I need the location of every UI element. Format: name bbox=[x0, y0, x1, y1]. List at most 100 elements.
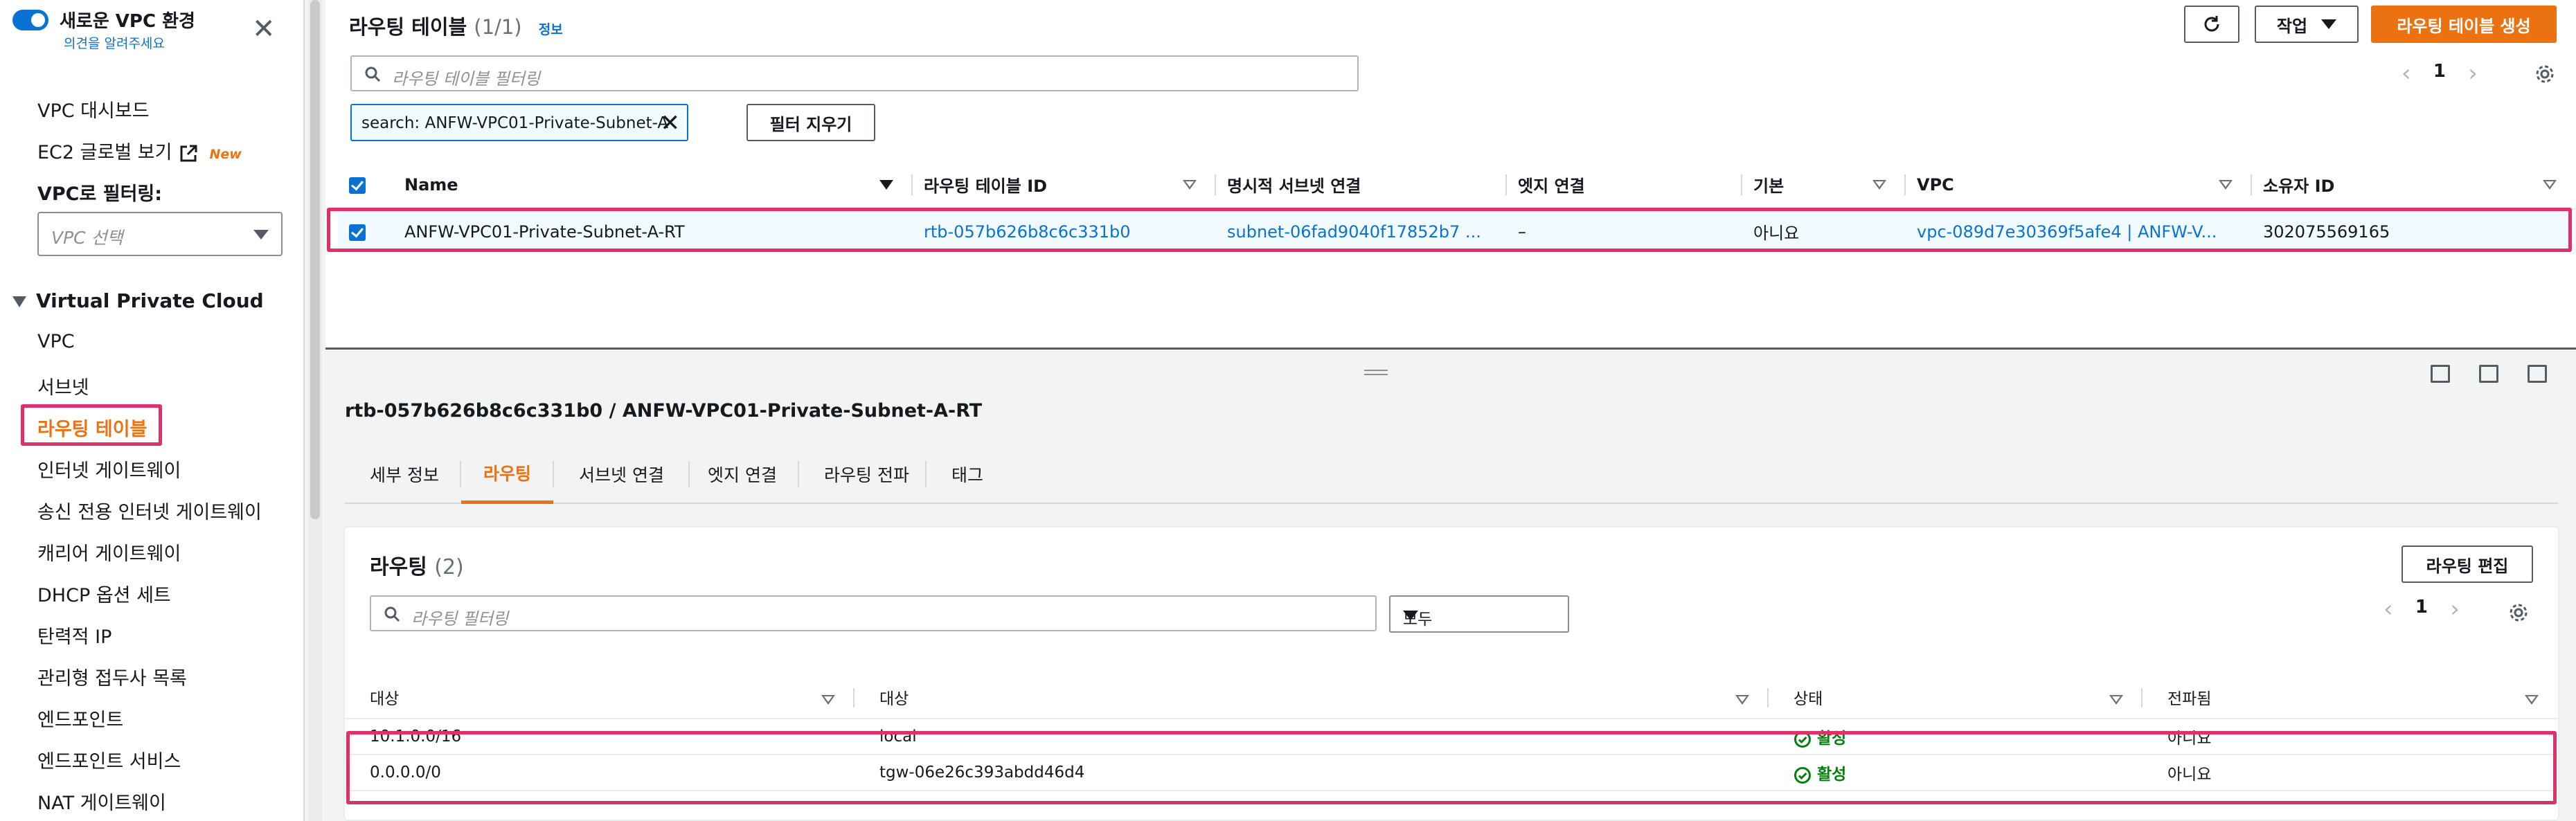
tab-subnet-associations[interactable]: 서브넷 연결 bbox=[579, 444, 664, 504]
sidebar-item-vpc-dashboard[interactable]: VPC 대시보드 bbox=[37, 96, 150, 123]
vpc-filter-select[interactable]: VPC 선택 bbox=[37, 212, 283, 256]
sidebar-item-elastic-ips[interactable]: 탄력적 IP bbox=[37, 622, 111, 649]
routes-title: 라우팅 (2) bbox=[370, 555, 464, 579]
refresh-button[interactable] bbox=[2184, 6, 2239, 43]
split-bottom-view-icon[interactable] bbox=[2431, 365, 2450, 383]
tab-details[interactable]: 세부 정보 bbox=[370, 444, 439, 504]
sidebar: 새로운 VPC 환경 의견을 알려주세요 ✕ VPC 대시보드 EC2 글로벌 … bbox=[0, 0, 305, 821]
search-placeholder: 라우팅 필터링 bbox=[411, 609, 509, 629]
column-header-vpc[interactable]: VPC bbox=[1906, 161, 2252, 210]
column-header-edge-association[interactable]: 엣지 연결 bbox=[1507, 161, 1742, 210]
sidebar-item-vpc[interactable]: VPC bbox=[37, 331, 75, 352]
column-header-main[interactable]: 기본 bbox=[1742, 161, 1906, 210]
sort-icon bbox=[1183, 180, 1197, 190]
detail-tabs: 세부 정보 라우팅 서브넷 연결 엣지 연결 라우팅 전파 태그 bbox=[345, 444, 2558, 504]
tab-routes[interactable]: 라우팅 bbox=[461, 444, 554, 504]
search-icon bbox=[384, 606, 400, 622]
tab-route-propagation[interactable]: 라우팅 전파 bbox=[824, 444, 909, 504]
info-link[interactable]: 정보 bbox=[539, 22, 563, 37]
filter-token: search: ANFW-VPC01-Private-Subnet-A ✕ bbox=[350, 104, 688, 141]
select-all-checkbox[interactable] bbox=[338, 161, 393, 210]
pagination: ‹ 1 › bbox=[2401, 60, 2478, 87]
highlight-box-sidebar bbox=[21, 404, 162, 446]
routes-search-input[interactable]: 라우팅 필터링 bbox=[370, 595, 1377, 631]
page-number[interactable]: 1 bbox=[2415, 597, 2428, 617]
split-side-view-icon[interactable] bbox=[2479, 365, 2498, 383]
sidebar-item-egress-only-igw[interactable]: 송신 전용 인터넷 게이트웨이 bbox=[37, 497, 262, 524]
table-header-row: 대상 대상 상태 전파됨 bbox=[345, 676, 2558, 719]
table-header-row: Name 라우팅 테이블 ID 명시적 서브넷 연결 엣지 연결 기본 VPC … bbox=[338, 161, 2576, 210]
route-filter-select[interactable]: 모두 bbox=[1389, 595, 1569, 633]
sidebar-item-carrier-gateways[interactable]: 캐리어 게이트웨이 bbox=[37, 539, 181, 566]
sidebar-item-nat-gateways[interactable]: NAT 게이트웨이 bbox=[37, 788, 166, 815]
sidebar-item-ec2-global-view[interactable]: EC2 글로벌 보기 New bbox=[37, 137, 242, 164]
chevron-down-icon bbox=[2321, 19, 2337, 29]
search-placeholder: 라우팅 테이블 필터링 bbox=[392, 69, 540, 89]
section-virtual-private-cloud[interactable]: Virtual Private Cloud bbox=[12, 289, 264, 312]
column-header-explicit-subnet[interactable]: 명시적 서브넷 연결 bbox=[1216, 161, 1507, 210]
column-header-target[interactable]: 대상 bbox=[855, 676, 1769, 719]
scrollbar-thumb[interactable] bbox=[310, 0, 320, 519]
column-header-destination[interactable]: 대상 bbox=[345, 676, 855, 719]
chevron-down-icon bbox=[1403, 611, 1418, 620]
close-icon[interactable]: ✕ bbox=[252, 15, 276, 43]
route-tables-panel: 라우팅 테이블 (1/1) 정보 작업 라우팅 테이블 생성 라우팅 테이블 필… bbox=[325, 0, 2576, 350]
page-number[interactable]: 1 bbox=[2433, 61, 2446, 82]
page-title: 라우팅 테이블 (1/1) 정보 bbox=[349, 15, 563, 39]
split-full-view-icon[interactable] bbox=[2528, 365, 2547, 383]
feedback-link[interactable]: 의견을 알려주세요 bbox=[64, 33, 165, 52]
create-route-table-button[interactable]: 라우팅 테이블 생성 bbox=[2371, 6, 2557, 43]
chevron-down-icon bbox=[253, 230, 269, 240]
new-vpc-toggle[interactable] bbox=[12, 10, 48, 30]
sort-icon bbox=[821, 695, 835, 705]
sidebar-item-subnets[interactable]: 서브넷 bbox=[37, 372, 89, 399]
sidebar-item-internet-gateways[interactable]: 인터넷 게이트웨이 bbox=[37, 455, 181, 482]
sort-icon bbox=[1872, 180, 1886, 190]
split-panel-resize-handle[interactable] bbox=[1364, 370, 1388, 375]
routes-panel: 라우팅 (2) 라우팅 편집 라우팅 필터링 모두 ‹ 1 › 대상 대상 상태… bbox=[343, 526, 2559, 821]
highlight-box-selected-row bbox=[327, 208, 2572, 252]
chevron-right-icon[interactable]: › bbox=[2468, 60, 2478, 87]
sort-icon bbox=[2219, 180, 2233, 190]
sidebar-item-endpoint-services[interactable]: 엔드포인트 서비스 bbox=[37, 746, 181, 773]
sidebar-item-dhcp-option-sets[interactable]: DHCP 옵션 세트 bbox=[37, 580, 171, 607]
routes-count: (2) bbox=[434, 555, 464, 579]
edit-routes-button[interactable]: 라우팅 편집 bbox=[2401, 545, 2533, 583]
external-link-icon bbox=[180, 145, 197, 161]
chevron-left-icon[interactable]: ‹ bbox=[2383, 595, 2393, 623]
sidebar-item-endpoints[interactable]: 엔드포인트 bbox=[37, 705, 123, 732]
clear-filters-button[interactable]: 필터 지우기 bbox=[746, 104, 875, 141]
column-header-name[interactable]: Name bbox=[393, 161, 913, 210]
column-header-route-table-id[interactable]: 라우팅 테이블 ID bbox=[913, 161, 1216, 210]
column-header-status[interactable]: 상태 bbox=[1769, 676, 2143, 719]
sidebar-header-title: 새로운 VPC 환경 bbox=[60, 11, 195, 32]
gear-icon[interactable] bbox=[2534, 64, 2555, 84]
actions-dropdown[interactable]: 작업 bbox=[2255, 6, 2359, 43]
sort-desc-icon bbox=[879, 180, 893, 190]
vpc-select-placeholder: VPC 선택 bbox=[51, 228, 123, 248]
tab-edge-associations[interactable]: 엣지 연결 bbox=[708, 444, 777, 504]
vpc-filter-label: VPC로 필터링: bbox=[37, 183, 163, 205]
sort-icon bbox=[1735, 695, 1749, 705]
chevron-right-icon[interactable]: › bbox=[2450, 595, 2460, 623]
new-badge: New bbox=[209, 147, 242, 162]
detail-title: rtb-057b626b8c6c331b0 / ANFW-VPC01-Priva… bbox=[345, 400, 983, 422]
refresh-icon bbox=[2204, 16, 2219, 32]
search-icon bbox=[365, 66, 381, 82]
remove-filter-icon[interactable]: ✕ bbox=[661, 109, 681, 137]
sidebar-scrollbar[interactable] bbox=[308, 0, 322, 821]
chevron-left-icon[interactable]: ‹ bbox=[2401, 60, 2411, 87]
routes-pagination: ‹ 1 › bbox=[2383, 595, 2460, 623]
sort-icon bbox=[2525, 695, 2539, 705]
route-table-search-input[interactable]: 라우팅 테이블 필터링 bbox=[350, 55, 1359, 91]
sidebar-item-managed-prefix-lists[interactable]: 관리형 접두사 목록 bbox=[37, 663, 187, 690]
sort-icon bbox=[2109, 695, 2123, 705]
sort-icon bbox=[2543, 180, 2557, 190]
column-header-owner-id[interactable]: 소유자 ID bbox=[2252, 161, 2576, 210]
gear-icon[interactable] bbox=[2508, 602, 2529, 623]
caret-down-icon bbox=[12, 296, 26, 307]
highlight-box-routes bbox=[346, 731, 2557, 804]
column-header-propagated[interactable]: 전파됨 bbox=[2143, 676, 2558, 719]
selection-count: (1/1) bbox=[474, 15, 522, 39]
tab-tags[interactable]: 태그 bbox=[951, 444, 983, 504]
